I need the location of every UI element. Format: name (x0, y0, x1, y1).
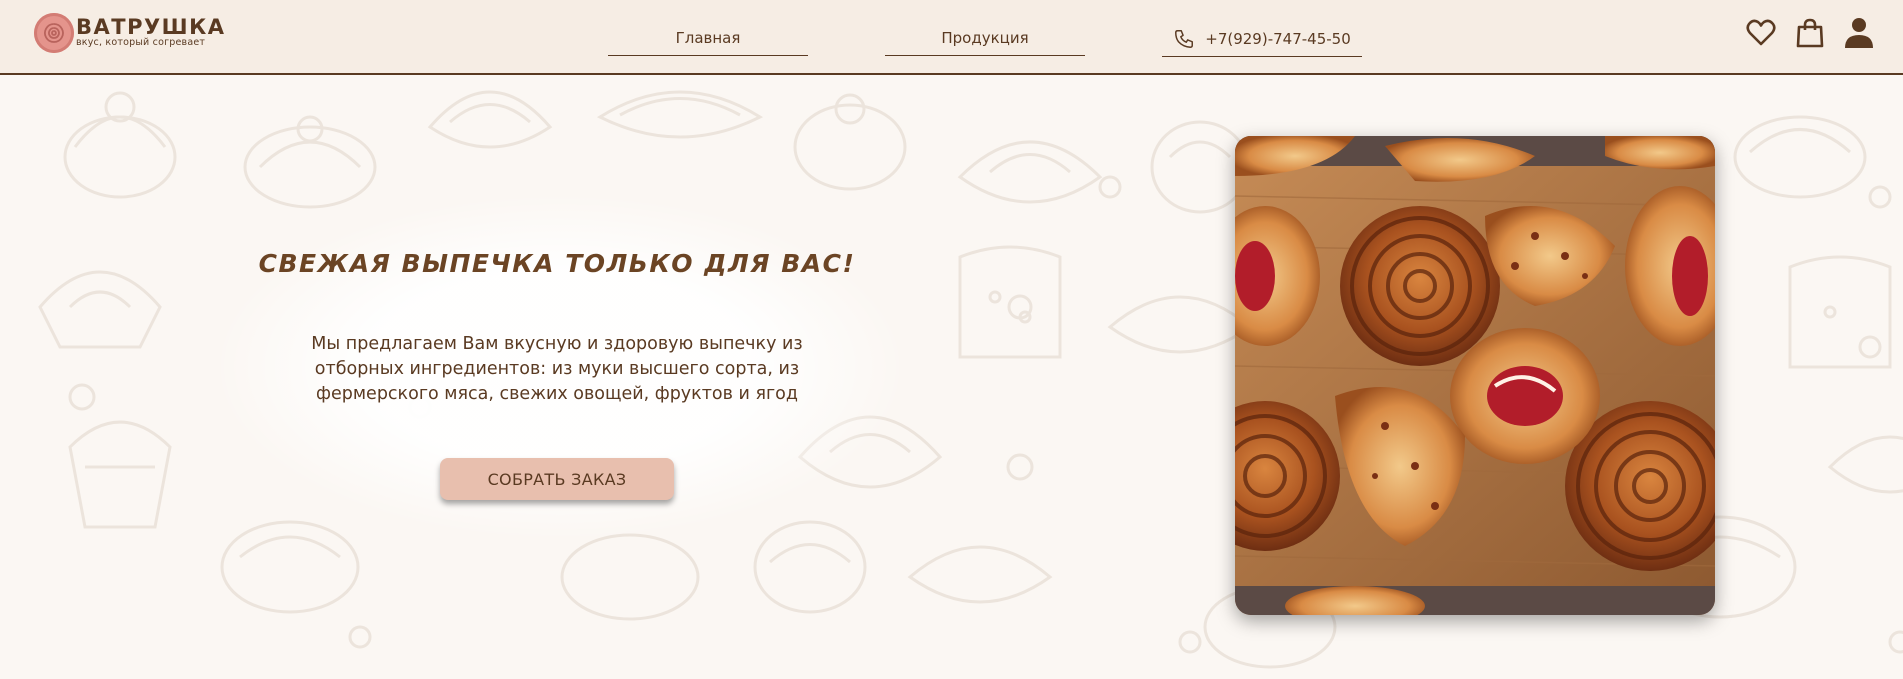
nav-products-link[interactable]: Продукция (885, 20, 1085, 56)
site-header: ВАТРУШКА вкус, который согревает Главная… (0, 0, 1903, 75)
hero-section: СВЕЖАЯ ВЫПЕЧКА ТОЛЬКО ДЛЯ ВАС! Мы предла… (0, 77, 1903, 679)
shopping-bag-icon[interactable] (1794, 16, 1826, 50)
nav-home-link[interactable]: Главная (608, 20, 808, 56)
hero-description: Мы предлагаем Вам вкусную и здоровую вып… (311, 334, 803, 404)
user-icon[interactable] (1843, 16, 1875, 50)
nav-phone-link[interactable]: +7(929)-747-45-50 (1162, 21, 1362, 57)
hero-title: СВЕЖАЯ ВЫПЕЧКА ТОЛЬКО ДЛЯ ВАС! (258, 249, 856, 278)
heart-icon[interactable] (1745, 16, 1777, 50)
header-actions (1728, 16, 1875, 50)
pastries-photo (1235, 136, 1715, 615)
order-button[interactable]: СОБРАТЬ ЗАКАЗ (440, 458, 674, 500)
phone-number: +7(929)-747-45-50 (1205, 29, 1351, 48)
phone-icon (1173, 28, 1195, 50)
main-nav: Главная Продукция +7(929)-747-45-50 (0, 0, 1903, 75)
